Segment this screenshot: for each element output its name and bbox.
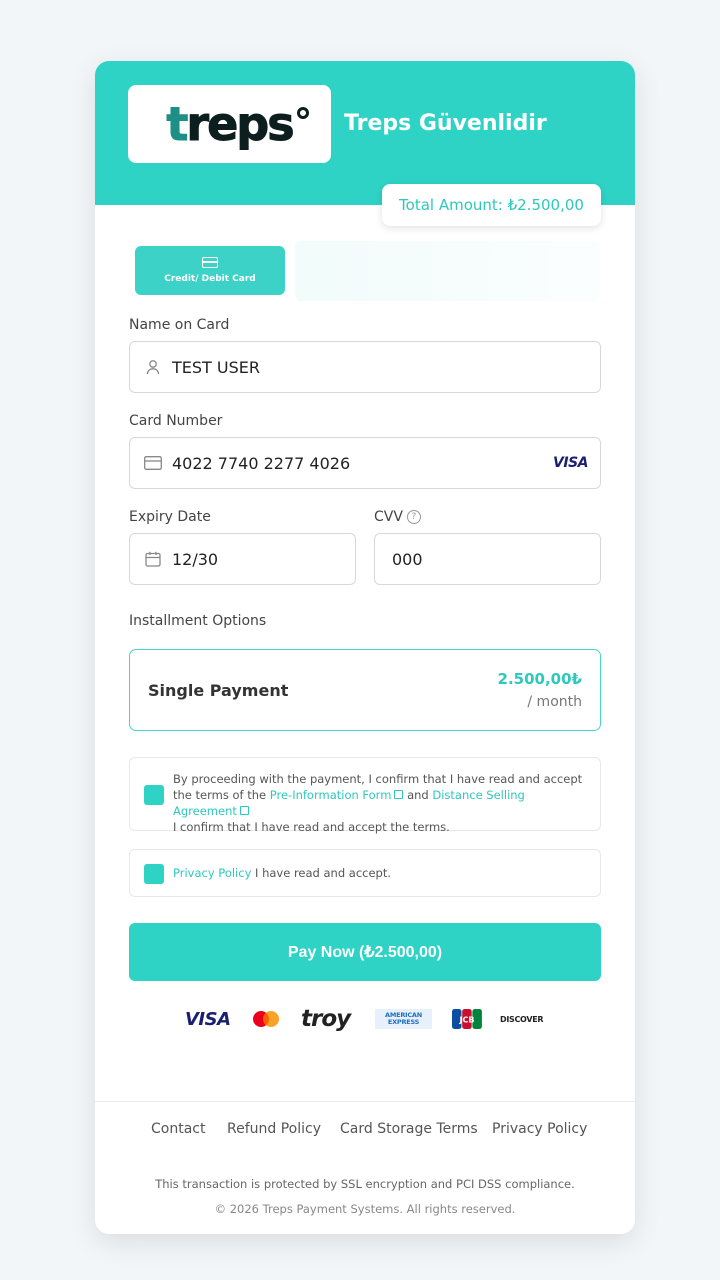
- footer-link-privacy-policy[interactable]: Privacy Policy: [492, 1121, 587, 1137]
- footer-link-card-storage-terms[interactable]: Card Storage Terms: [340, 1121, 478, 1137]
- header-title: Treps Güvenlidir: [344, 111, 547, 136]
- pre-information-form-link[interactable]: Pre-Information Form: [270, 788, 404, 802]
- user-icon: [144, 358, 162, 376]
- installment-option-name: Single Payment: [148, 681, 289, 700]
- footer-link-refund-policy[interactable]: Refund Policy: [227, 1121, 321, 1137]
- card-number-field[interactable]: 4022 7740 2277 4026 VISA: [129, 437, 601, 489]
- external-link-icon: [239, 806, 249, 815]
- terms-consent-box: By proceeding with the payment, I confir…: [129, 757, 601, 834]
- payment-card: treps Treps Güvenlidir Total Amount: ₺2.…: [95, 61, 635, 1234]
- card-number-label: Card Number: [129, 413, 223, 429]
- card-icon: [202, 257, 218, 268]
- card-number-value: 4022 7740 2277 4026: [172, 453, 351, 473]
- cvv-field[interactable]: 000: [374, 533, 601, 585]
- terms-and: and: [407, 788, 429, 802]
- expiry-date-label: Expiry Date: [129, 509, 211, 525]
- terms-consent-text: By proceeding with the payment, I confir…: [173, 771, 590, 835]
- tab-placeholder: [295, 241, 600, 301]
- troy-brand-icon: troy: [301, 1006, 351, 1032]
- name-on-card-label: Name on Card: [129, 317, 230, 333]
- cvv-value: 000: [392, 549, 423, 569]
- payment-brands: VISA troy AMERICAN EXPRESS JCB DISCOVER: [95, 1004, 635, 1034]
- privacy-checkbox[interactable]: [144, 864, 164, 884]
- pre-information-form-label: Pre-Information Form: [269, 788, 392, 802]
- terms-suffix: I confirm that I have read and accept th…: [173, 820, 450, 834]
- jcb-brand-icon: JCB: [452, 1009, 482, 1029]
- cvv-label-row: CVV?: [374, 509, 421, 525]
- external-link-icon: [394, 790, 404, 799]
- installment-options-label: Installment Options: [129, 613, 267, 629]
- tab-credit-debit-card[interactable]: Credit/ Debit Card: [135, 246, 285, 295]
- name-on-card-value: TEST USER: [172, 357, 260, 377]
- privacy-policy-link[interactable]: Privacy Policy: [173, 866, 251, 880]
- expiry-date-value: 12/30: [172, 549, 219, 569]
- installment-option-amount: 2.500,00₺: [497, 670, 582, 688]
- amex-brand-icon: AMERICAN EXPRESS: [375, 1009, 432, 1029]
- visa-logo-icon: VISA: [553, 455, 588, 471]
- privacy-suffix: I have read and accept.: [255, 866, 392, 880]
- credit-card-icon: [144, 454, 162, 472]
- security-notice: This transaction is protected by SSL enc…: [155, 1177, 575, 1191]
- footer-divider: [95, 1101, 635, 1102]
- installment-option-single[interactable]: Single Payment 2.500,00₺ / month: [129, 649, 601, 731]
- pay-now-button[interactable]: Pay Now (₺2.500,00): [129, 923, 601, 981]
- privacy-consent-box: Privacy Policy I have read and accept.: [129, 849, 601, 897]
- svg-text:JCB: JCB: [459, 1016, 475, 1025]
- logo: treps: [128, 85, 331, 163]
- help-icon[interactable]: ?: [406, 510, 421, 524]
- visa-brand-icon: VISA: [185, 1008, 231, 1030]
- calendar-icon: [144, 550, 162, 568]
- mastercard-brand-icon: [251, 1004, 281, 1034]
- discover-brand-icon: DISCOVER: [500, 1014, 544, 1024]
- logo-text: treps: [166, 101, 309, 148]
- cvv-label: CVV: [374, 509, 403, 525]
- terms-checkbox[interactable]: [144, 785, 164, 805]
- name-on-card-field[interactable]: TEST USER: [129, 341, 601, 393]
- privacy-consent-text: Privacy Policy I have read and accept.: [173, 865, 590, 881]
- installment-option-period: / month: [527, 694, 582, 710]
- tab-label: Credit/ Debit Card: [164, 274, 256, 284]
- footer-link-contact[interactable]: Contact: [151, 1121, 205, 1137]
- total-amount-badge: Total Amount: ₺2.500,00: [382, 184, 601, 226]
- expiry-date-field[interactable]: 12/30: [129, 533, 356, 585]
- copyright: © 2026 Treps Payment Systems. All rights…: [214, 1202, 516, 1216]
